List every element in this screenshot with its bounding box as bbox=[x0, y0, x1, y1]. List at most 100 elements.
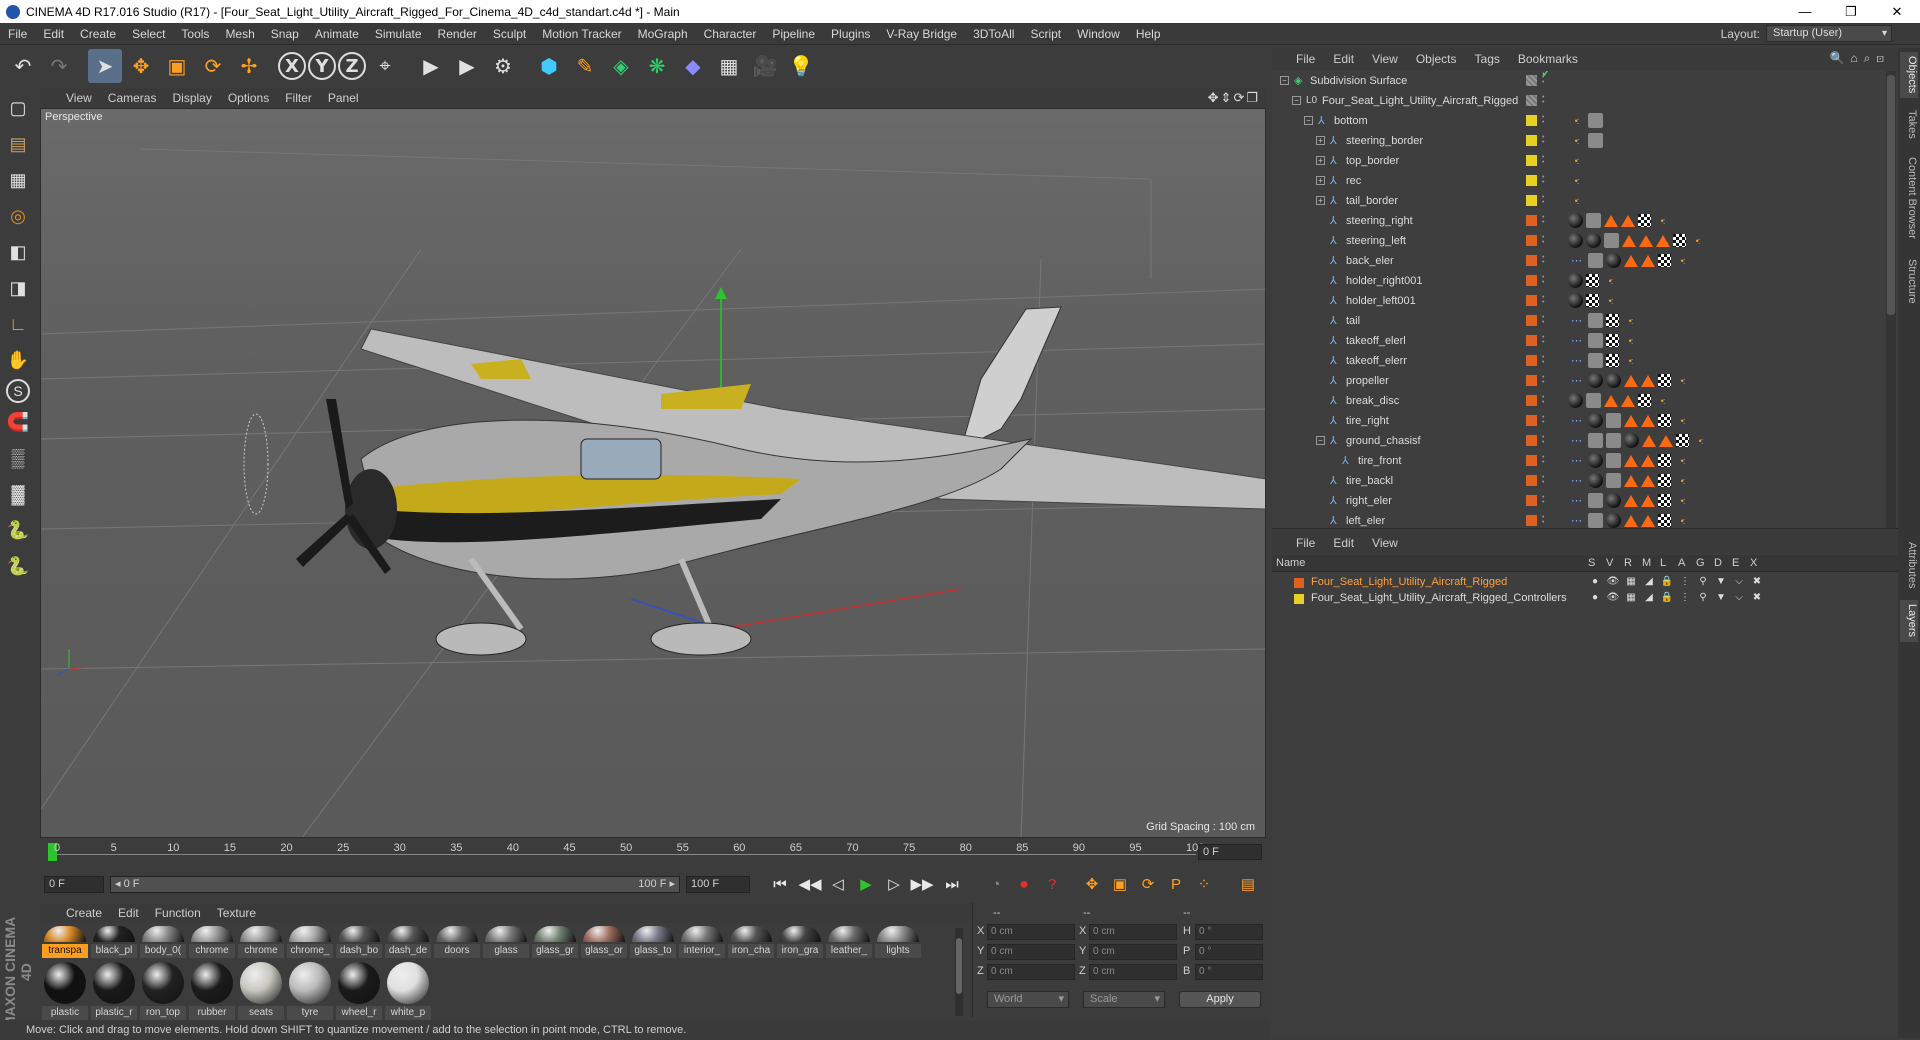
visibility-dots-icon[interactable]: • • bbox=[1542, 314, 1548, 326]
texture-tag-icon[interactable] bbox=[1606, 413, 1621, 428]
material-tag-icon[interactable] bbox=[1586, 233, 1601, 248]
tab-takes[interactable]: Takes bbox=[1900, 104, 1918, 144]
menu-script[interactable]: Script bbox=[1022, 27, 1069, 41]
material-swatch[interactable]: iron_cha bbox=[728, 926, 774, 958]
render-settings-icon[interactable]: ⚙ bbox=[486, 49, 520, 83]
cloner-icon[interactable]: ❋ bbox=[640, 49, 674, 83]
om-menu-objects[interactable]: Objects bbox=[1416, 52, 1457, 66]
material-swatch[interactable]: chrome_ bbox=[287, 926, 333, 958]
object-row[interactable]: ⅄ holder_right001 • • •: bbox=[1272, 271, 1882, 291]
selection-tag-icon[interactable]: •: bbox=[1674, 452, 1691, 469]
viewport-navigation-icons[interactable]: ✥⇕⟳❐ bbox=[1208, 90, 1260, 106]
menu-window[interactable]: Window bbox=[1069, 27, 1128, 41]
menu-mograph[interactable]: MoGraph bbox=[630, 27, 696, 41]
propeller-controller-ring[interactable] bbox=[243, 413, 269, 515]
uvw-tag-icon[interactable] bbox=[1606, 314, 1619, 327]
layer-flag-toggle-icon[interactable]: ⋮ bbox=[1678, 576, 1692, 587]
object-row[interactable]: ⅄ holder_left001 • • •: bbox=[1272, 291, 1882, 311]
object-layer-swatch[interactable] bbox=[1526, 195, 1537, 206]
visibility-dots-icon[interactable]: • • bbox=[1542, 354, 1548, 366]
texture-tag-icon[interactable] bbox=[1588, 113, 1603, 128]
object-row[interactable]: ⅄ tire_front • • ⋯ •: bbox=[1272, 451, 1882, 471]
texture-tag-icon[interactable] bbox=[1588, 313, 1603, 328]
material-swatch[interactable]: doors bbox=[434, 926, 480, 958]
visibility-dots-icon[interactable]: • • bbox=[1542, 214, 1548, 226]
texture-tag-icon[interactable] bbox=[1586, 213, 1601, 228]
object-row[interactable]: − ⅄ bottom • • •: bbox=[1272, 111, 1882, 131]
material-swatch[interactable]: body_0( bbox=[140, 926, 186, 958]
layer-flag-toggle-icon[interactable]: ✖ bbox=[1750, 576, 1764, 587]
layer-col-locked[interactable]: L bbox=[1660, 557, 1666, 569]
menu-simulate[interactable]: Simulate bbox=[367, 27, 430, 41]
ik-tag-icon[interactable] bbox=[1622, 234, 1636, 247]
object-row[interactable]: + ⅄ rec • • •: bbox=[1272, 171, 1882, 191]
uvw-tag-icon[interactable] bbox=[1673, 234, 1686, 247]
scale-icon[interactable]: ▣ bbox=[160, 49, 194, 83]
visibility-dots-icon[interactable]: • • bbox=[1542, 94, 1548, 106]
menu-select[interactable]: Select bbox=[124, 27, 173, 41]
restore-button[interactable]: ❐ bbox=[1828, 0, 1874, 23]
selection-tag-icon[interactable]: •: bbox=[1674, 492, 1691, 509]
coordinate-system-icon[interactable]: ⌖ bbox=[368, 49, 402, 83]
layer-col-view[interactable]: V bbox=[1606, 557, 1613, 569]
selection-tag-icon[interactable]: •: bbox=[1602, 272, 1619, 289]
layer-flag-toggle-icon[interactable]: ⋮ bbox=[1678, 592, 1692, 603]
layer-flag-toggle-icon[interactable]: ▼ bbox=[1714, 592, 1728, 603]
visibility-dots-icon[interactable]: • • bbox=[1542, 334, 1548, 346]
constraint-tag-icon[interactable]: ⋯ bbox=[1568, 512, 1585, 528]
key-position-icon[interactable]: ✥ bbox=[1080, 873, 1104, 895]
selection-tag-icon[interactable]: •: bbox=[1692, 432, 1709, 449]
record-icon[interactable]: ⏺ bbox=[1012, 873, 1036, 895]
constraint-tag-icon[interactable]: ⋯ bbox=[1568, 412, 1585, 429]
selection-tag-icon[interactable]: •: bbox=[1674, 252, 1691, 269]
ik-tag-icon[interactable] bbox=[1604, 214, 1618, 227]
constraint-tag-icon[interactable]: ⋯ bbox=[1568, 492, 1585, 509]
planar-workplane-icon[interactable]: ▓ bbox=[2, 477, 34, 511]
material-swatch[interactable]: plastic_r bbox=[91, 962, 137, 1020]
object-row[interactable]: ⅄ tail • • ⋯ •: bbox=[1272, 311, 1882, 331]
undo-icon[interactable]: ↶ bbox=[6, 49, 40, 83]
timeline[interactable]: 0 5 10 15 20 25 30 35 40 45 50 55 60 65 70 75 80 85 90 95 10… bbox=[40, 840, 1266, 866]
object-row[interactable]: − ◈ Subdivision Surface • • ✓ bbox=[1272, 71, 1882, 91]
layer-col-render[interactable]: R bbox=[1624, 557, 1632, 569]
material-swatch[interactable]: chrome bbox=[238, 926, 284, 958]
aircraft-model[interactable] bbox=[243, 306, 1266, 656]
edges-mode-icon[interactable]: ◨ bbox=[2, 271, 34, 305]
material-menu-texture[interactable]: Texture bbox=[217, 906, 256, 920]
layer-col-xref[interactable]: X bbox=[1750, 557, 1757, 569]
uvw-tag-icon[interactable] bbox=[1658, 474, 1671, 487]
menu-create[interactable]: Create bbox=[72, 27, 124, 41]
uvw-tag-icon[interactable] bbox=[1676, 434, 1689, 447]
ik-tag-icon[interactable] bbox=[1656, 234, 1670, 247]
texture-tag-icon[interactable] bbox=[1588, 513, 1603, 528]
object-layer-swatch[interactable] bbox=[1526, 495, 1537, 506]
om-search-icon[interactable]: 🔍⌂⌕⊡ bbox=[1829, 51, 1890, 66]
menu-plugins[interactable]: Plugins bbox=[823, 27, 878, 41]
redo-icon[interactable]: ↷ bbox=[42, 49, 76, 83]
menu-motion-tracker[interactable]: Motion Tracker bbox=[534, 27, 629, 41]
timeline-window-icon[interactable]: ▤ bbox=[1236, 873, 1260, 895]
material-swatch[interactable]: transpa bbox=[42, 926, 88, 958]
menu-3dtoall[interactable]: 3DToAll bbox=[965, 27, 1022, 41]
ik-tag-icon[interactable] bbox=[1621, 214, 1635, 227]
selection-tag-icon[interactable]: •: bbox=[1602, 292, 1619, 309]
play-icon[interactable]: ▶ bbox=[854, 873, 878, 895]
scale-mode-dropdown[interactable]: Scale bbox=[1083, 991, 1165, 1008]
menu-mesh[interactable]: Mesh bbox=[217, 27, 262, 41]
om-menu-tags[interactable]: Tags bbox=[1475, 52, 1500, 66]
layer-flag-toggle-icon[interactable]: ● bbox=[1588, 576, 1602, 587]
ik-tag-icon[interactable] bbox=[1641, 514, 1655, 527]
timeline-ruler[interactable]: 0 5 10 15 20 25 30 35 40 45 50 55 60 65 70 75 80 85 90 95 10… bbox=[48, 842, 1204, 862]
om-menu-edit[interactable]: Edit bbox=[1333, 52, 1354, 66]
material-menu-create[interactable]: Create bbox=[66, 906, 102, 920]
object-row[interactable]: ⅄ right_eler • • ⋯ •: bbox=[1272, 491, 1882, 511]
pen-spline-icon[interactable]: ✎ bbox=[568, 49, 602, 83]
layer-flag-toggle-icon[interactable]: ▼ bbox=[1714, 576, 1728, 587]
viewport-menu-options[interactable]: Options bbox=[228, 91, 269, 105]
next-key-icon[interactable]: ▶▶ bbox=[910, 873, 934, 895]
material-tag-icon[interactable] bbox=[1588, 373, 1603, 388]
ik-tag-icon[interactable] bbox=[1641, 374, 1655, 387]
texture-tag-icon[interactable] bbox=[1588, 333, 1603, 348]
selection-tag-icon[interactable]: •: bbox=[1622, 332, 1639, 349]
layer-col-name[interactable]: Name bbox=[1276, 557, 1305, 569]
